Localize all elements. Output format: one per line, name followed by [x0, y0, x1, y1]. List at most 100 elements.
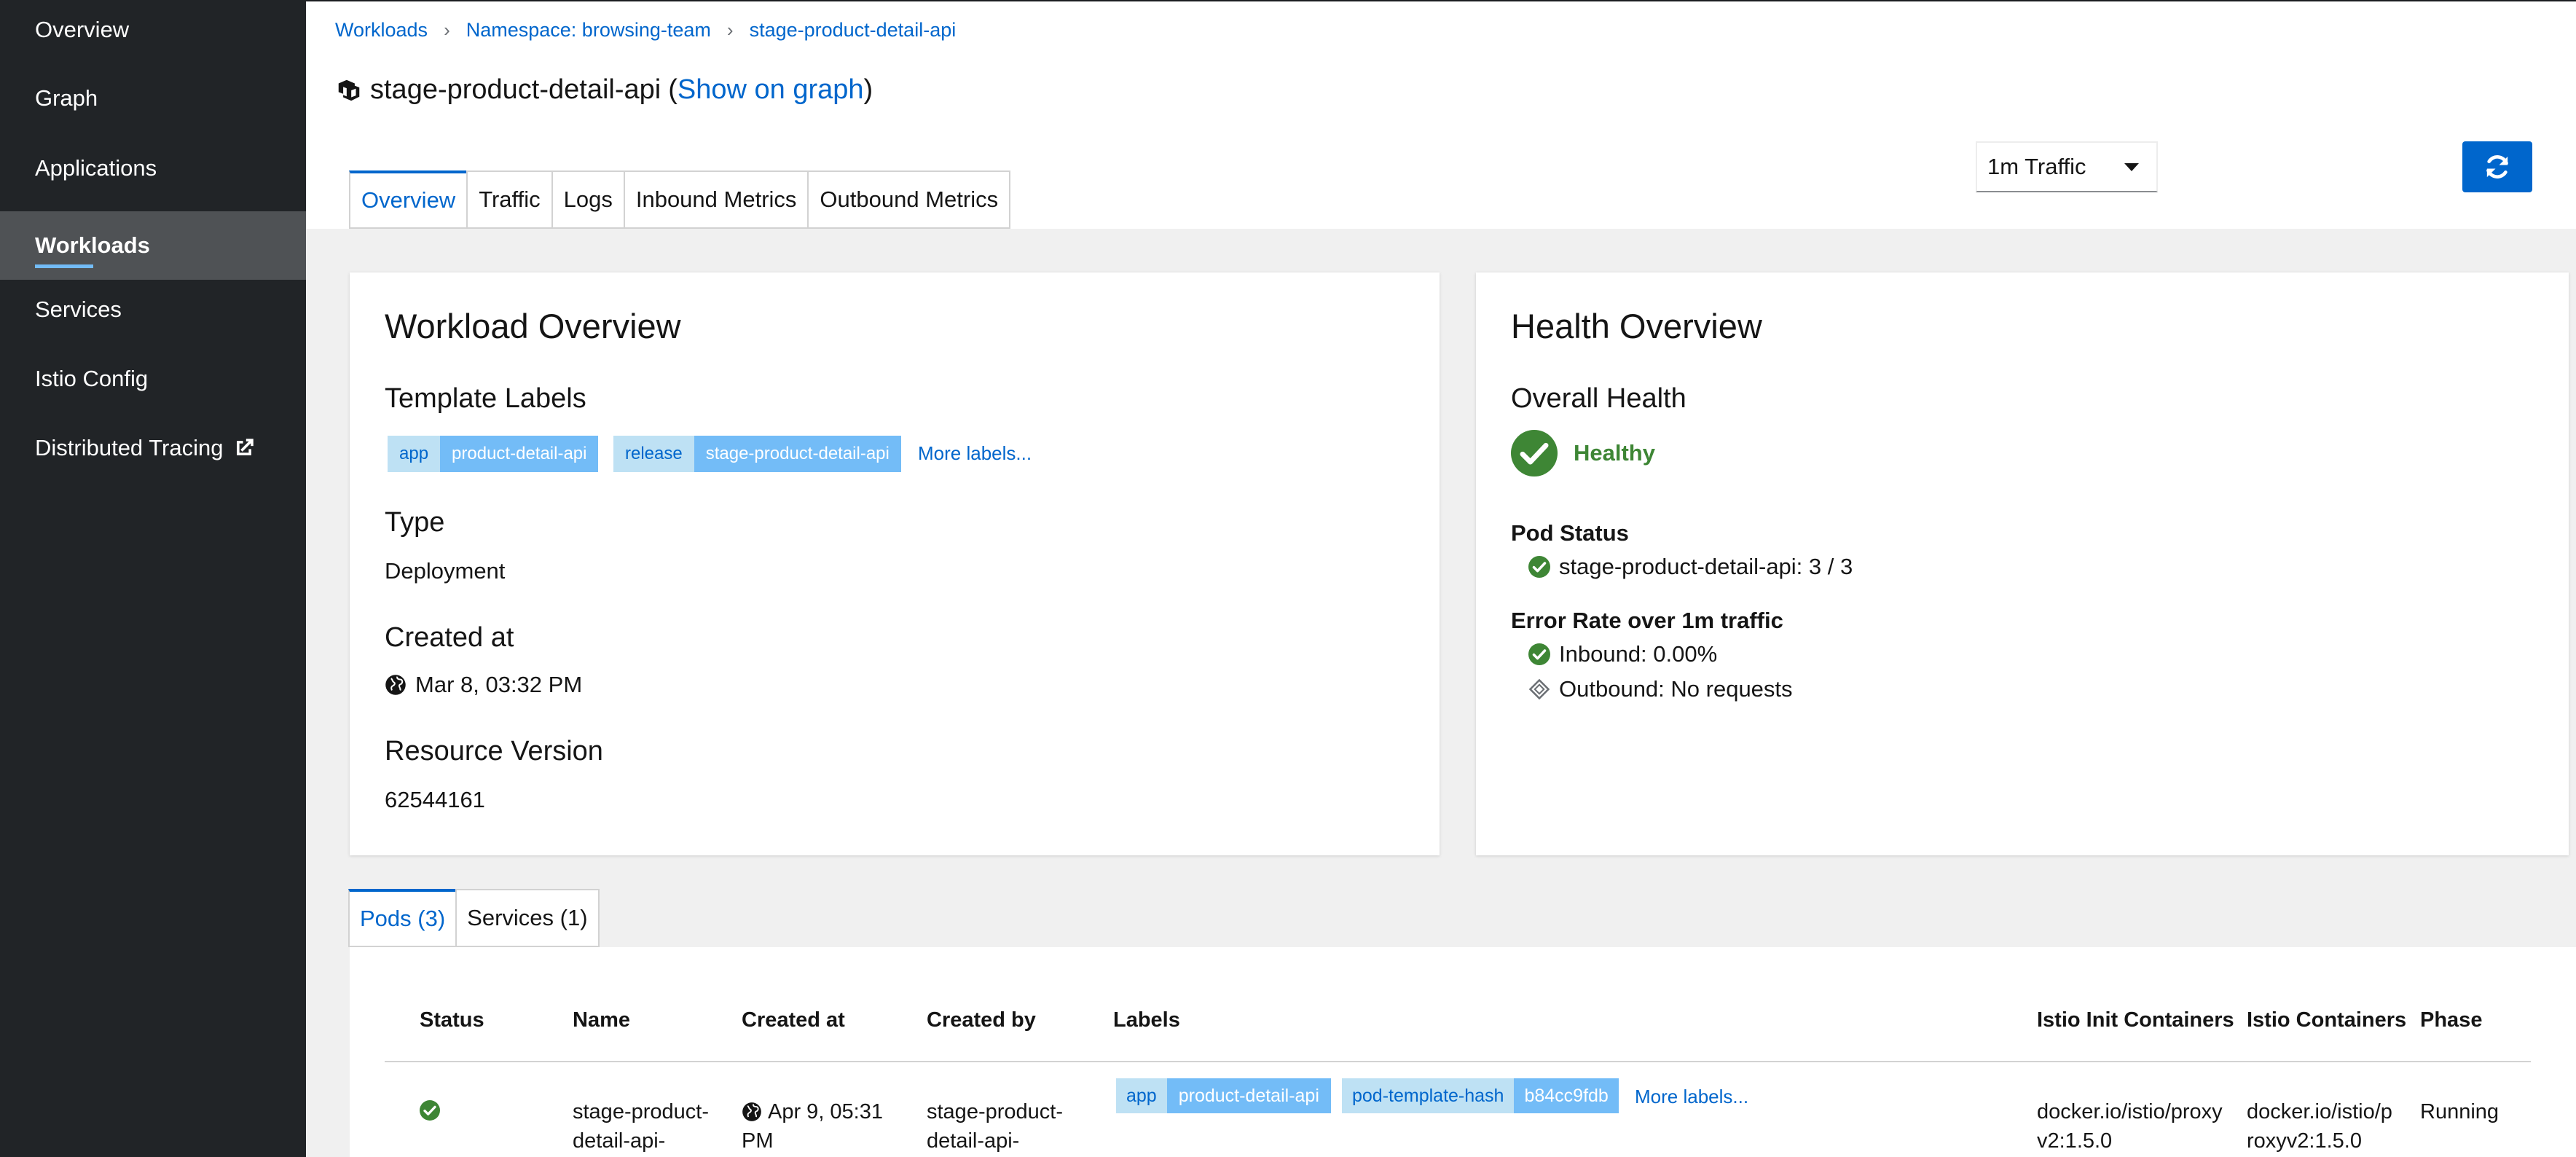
check-circle-icon	[1511, 430, 1558, 476]
type-heading: Type	[385, 507, 445, 538]
sidebar-item-label: Distributed Tracing	[35, 435, 224, 460]
more-labels-link[interactable]: More labels...	[1635, 1086, 1748, 1108]
tab-traffic[interactable]: Traffic	[466, 170, 553, 229]
sidebar-item-graph[interactable]: Graph	[0, 64, 306, 133]
pod-status-line: stage-product-detail-api: 3 / 3	[1528, 554, 1853, 580]
column-header-istio-containers: Istio Containers	[2247, 1008, 2407, 1032]
pod-created-by-line: stage-product-	[927, 1100, 1063, 1123]
label-key: pod-template-hash	[1342, 1078, 1515, 1113]
sidebar-item-distributed-tracing[interactable]: Distributed Tracing	[0, 414, 306, 482]
sidebar-item-label: Istio Config	[35, 366, 149, 391]
table-header-divider	[385, 1061, 2531, 1062]
traffic-duration-select[interactable]: 1m Traffic	[1976, 141, 2158, 192]
tab-overview[interactable]: Overview	[349, 170, 468, 229]
breadcrumb-namespace[interactable]: Namespace: browsing-team	[466, 19, 711, 42]
phase-cell: Running	[2420, 1100, 2500, 1123]
breadcrumb: Workloads › Namespace: browsing-team › s…	[335, 19, 956, 42]
column-header-phase: Phase	[2420, 1008, 2483, 1032]
column-header-created-at: Created at	[742, 1008, 845, 1032]
workload-icon	[338, 79, 360, 101]
pod-name-line: stage-product-	[573, 1100, 709, 1123]
overall-health-heading: Overall Health	[1511, 383, 1686, 414]
breadcrumb-workload[interactable]: stage-product-detail-api	[750, 19, 957, 42]
column-header-name: Name	[573, 1008, 630, 1032]
tab-inbound-metrics[interactable]: Inbound Metrics	[623, 170, 809, 229]
sidebar-item-istio-config[interactable]: Istio Config	[0, 345, 306, 413]
show-on-graph-link[interactable]: Show on graph	[678, 74, 864, 106]
sidebar-item-label: Services	[35, 297, 122, 322]
pods-services-tabs: Pods (3) Services (1)	[348, 889, 600, 947]
page-title: stage-product-detail-api (Show on graph)	[335, 74, 873, 106]
health-status-text: Healthy	[1574, 440, 1655, 466]
istio-init-line: docker.io/istio/proxy	[2037, 1100, 2223, 1123]
sync-icon	[2486, 155, 2508, 179]
label-chip: pod-template-hash b84cc9fdb	[1342, 1078, 1619, 1113]
tab-pods[interactable]: Pods (3)	[348, 889, 458, 947]
tab-services[interactable]: Services (1)	[455, 889, 600, 947]
sidebar-item-services[interactable]: Services	[0, 275, 306, 344]
caret-down-icon	[2124, 163, 2139, 171]
more-labels-link[interactable]: More labels...	[918, 442, 1032, 465]
pod-created-by-line: detail-api-	[927, 1129, 1020, 1153]
health-overview-heading: Health Overview	[1511, 307, 1762, 345]
outbound-value: Outbound: No requests	[1559, 676, 1793, 702]
istio-containers-line: docker.io/istio/p	[2247, 1100, 2392, 1123]
label-key: release	[613, 436, 694, 472]
tab-logs[interactable]: Logs	[551, 170, 625, 229]
label-value: product-detail-api	[1166, 1078, 1331, 1113]
chevron-right-icon: ›	[726, 19, 734, 41]
pod-created-by-cell[interactable]: stage-product- detail-api-	[927, 1097, 1087, 1156]
active-indicator	[35, 264, 93, 268]
type-value: Deployment	[385, 558, 506, 584]
istio-init-line: v2:1.5.0	[2037, 1129, 2113, 1153]
health-overview-card: Health Overview Overall Health Healthy P…	[1476, 272, 2569, 855]
refresh-button[interactable]	[2462, 141, 2532, 192]
pod-name-cell[interactable]: stage-product- detail-api-	[573, 1097, 733, 1156]
sidebar-item-workloads[interactable]: Workloads	[0, 211, 306, 280]
check-circle-icon	[1528, 556, 1550, 578]
created-at-value: Mar 8, 03:32 PM	[415, 672, 583, 697]
breadcrumb-workloads[interactable]: Workloads	[335, 19, 428, 42]
label-chip: release stage-product-detail-api	[613, 436, 901, 472]
detail-tabs: Overview Traffic Logs Inbound Metrics Ou…	[349, 170, 1011, 229]
inbound-value: Inbound: 0.00%	[1559, 641, 1718, 667]
title-open-paren: (	[668, 74, 678, 105]
created-at-line: Mar 8, 03:32 PM	[385, 672, 582, 698]
sidebar-item-label: Workloads	[35, 232, 150, 258]
sidebar-item-label: Applications	[35, 155, 157, 181]
resource-version-heading: Resource Version	[385, 736, 603, 766]
column-header-created-by: Created by	[927, 1008, 1036, 1032]
created-at-heading: Created at	[385, 622, 514, 653]
sidebar-item-overview[interactable]: Overview	[0, 0, 306, 64]
pod-name-line: detail-api-	[573, 1129, 666, 1153]
title-close-paren: )	[863, 74, 873, 105]
pod-created-at-line: Apr 9, 05:31	[768, 1100, 883, 1123]
column-header-labels: Labels	[1113, 1008, 1180, 1032]
label-chip: app product-detail-api	[388, 436, 599, 472]
istio-containers-cell: docker.io/istio/p roxyv2:1.5.0	[2247, 1097, 2392, 1156]
column-header-status: Status	[420, 1008, 484, 1032]
resource-version-value: 62544161	[385, 787, 485, 812]
label-value: stage-product-detail-api	[694, 436, 901, 472]
pod-status-value: stage-product-detail-api: 3 / 3	[1559, 554, 1853, 579]
page-header: Workloads › Namespace: browsing-team › s…	[306, 1, 2576, 229]
label-chip: app product-detail-api	[1116, 1078, 1331, 1113]
check-circle-icon	[1528, 643, 1550, 665]
column-header-istio-init-containers: Istio Init Containers	[2037, 1008, 2234, 1032]
check-circle-icon	[420, 1100, 440, 1121]
label-value: product-detail-api	[440, 436, 599, 472]
tab-outbound-metrics[interactable]: Outbound Metrics	[807, 170, 1011, 229]
chevron-right-icon: ›	[444, 19, 450, 41]
sidebar-item-applications[interactable]: Applications	[0, 134, 306, 203]
workload-overview-card: Workload Overview Template Labels app pr…	[350, 272, 1440, 855]
overall-health-status: Healthy	[1511, 430, 1655, 476]
diamond-icon	[1528, 678, 1550, 700]
sidebar-item-label: Graph	[35, 85, 98, 111]
pod-created-at-line: PM	[742, 1129, 774, 1153]
istio-containers-line: roxyv2:1.5.0	[2247, 1129, 2362, 1153]
outbound-status-line: Outbound: No requests	[1528, 676, 1793, 702]
sidebar-nav: Overview Graph Applications Workloads Se…	[0, 0, 306, 1157]
pod-status-label: Pod Status	[1511, 520, 1629, 546]
workload-name: stage-product-detail-api	[370, 74, 661, 105]
sidebar-item-label: Overview	[35, 17, 130, 42]
